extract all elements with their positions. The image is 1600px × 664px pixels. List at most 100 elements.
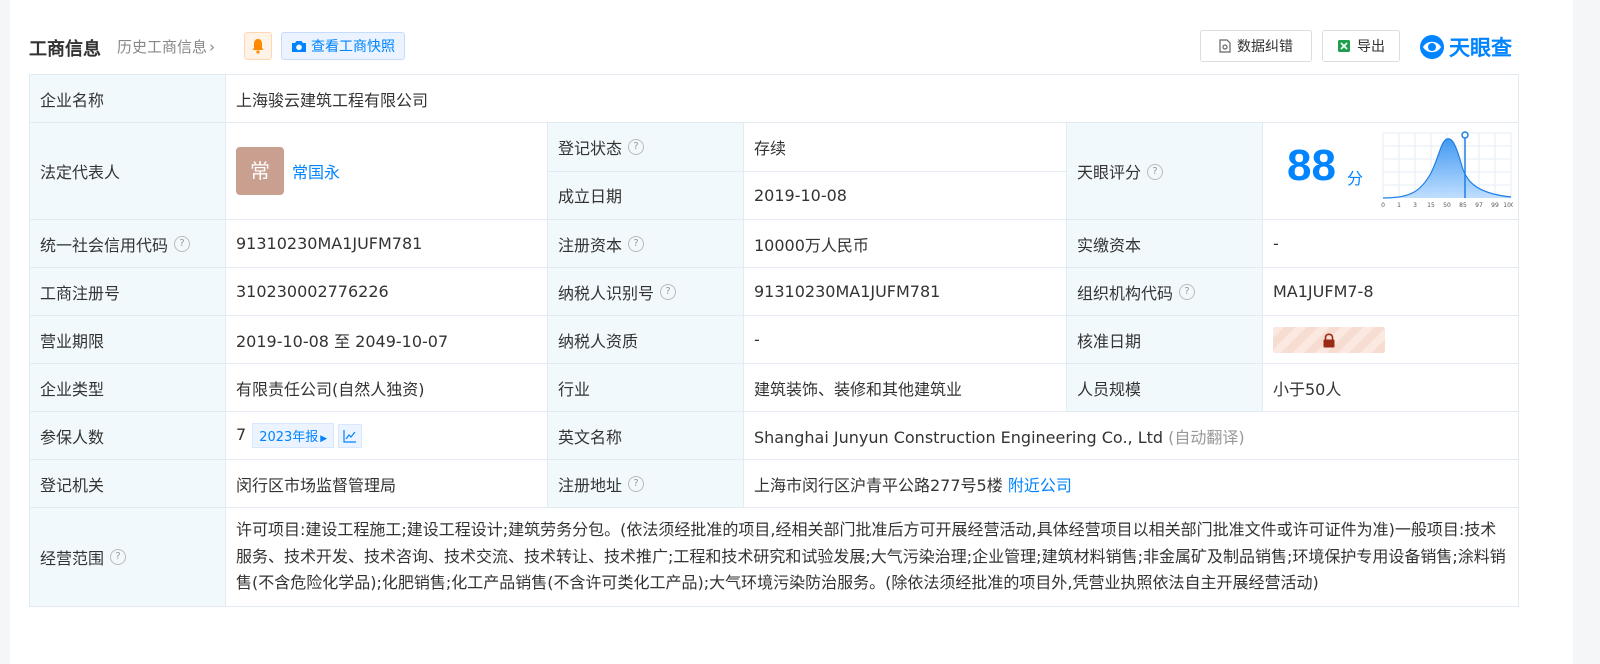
section-title: 工商信息: [29, 39, 101, 60]
insured-value: 7: [236, 425, 247, 444]
address-label-cell: 注册地址?: [547, 459, 744, 508]
authority-value: 闵行区市场监督管理局: [225, 459, 548, 508]
insured-cell: 7 2023年报 ▶: [225, 411, 548, 460]
export-button[interactable]: 导出: [1322, 30, 1400, 62]
help-icon[interactable]: ?: [1179, 284, 1196, 300]
founded-label: 成立日期: [547, 170, 744, 220]
table-row: 经营范围? 许可项目:建设工程施工;建设工程设计;建筑劳务分包。(依法须经批准的…: [29, 507, 1520, 607]
tianyancha-logo: 天眼查: [1419, 32, 1512, 62]
locked-value-button[interactable]: [1273, 326, 1385, 353]
table-row: 参保人数 7 2023年报 ▶ 英文名称 Shanghai Junyun Const…: [29, 411, 1520, 460]
score-label-cell: 天眼评分?: [1066, 122, 1263, 220]
avatar[interactable]: 常: [236, 147, 284, 195]
export-label[interactable]: 导出: [1357, 36, 1385, 56]
address-cell: 上海市闵行区沪青平公路277号5楼 附近公司: [742, 459, 1520, 508]
founded-value: 2019-10-08: [743, 170, 1067, 220]
credit-code-label: 统一社会信用代码: [40, 235, 169, 255]
term-value: 2019-10-08 至 2049-10-07: [225, 315, 548, 364]
lock-icon: [1323, 332, 1335, 347]
english-name-label: 英文名称: [547, 411, 744, 460]
help-icon[interactable]: ?: [628, 476, 645, 492]
score-cell[interactable]: 88 分 0 1 3 15 50 85 97 99 100: [1261, 122, 1520, 220]
reg-no-value: 310230002776226: [225, 267, 548, 316]
score-axis-tick: 99: [1491, 202, 1499, 209]
eye-logo-icon: [1420, 35, 1444, 59]
score-unit: 分: [1347, 169, 1364, 188]
scope-label-cell: 经营范围?: [29, 507, 226, 607]
annual-report-label[interactable]: 2023年报: [259, 430, 318, 445]
term-label: 营业期限: [29, 315, 226, 364]
address-label: 注册地址: [558, 475, 623, 495]
document-edit-icon: [1219, 39, 1231, 53]
table-row: 工商注册号 310230002776226 纳税人识别号? 91310230MA…: [29, 267, 1520, 316]
table-row: 企业名称 上海骏云建筑工程有限公司: [29, 74, 1520, 123]
score-axis-tick: 3: [1413, 202, 1417, 209]
authority-label: 登记机关: [29, 459, 226, 508]
caret-right-icon: ▶: [320, 434, 328, 444]
business-info-table: 企业名称 上海骏云建筑工程有限公司 法定代表人 常常国永 登记状态? 存续 天眼…: [29, 74, 1520, 607]
score-axis-tick: 85: [1459, 202, 1467, 209]
credit-code-value: 91310230MA1JUFM781: [225, 219, 548, 268]
org-code-label-cell: 组织机构代码?: [1066, 267, 1263, 316]
taxpayer-id-label-cell: 纳税人识别号?: [547, 267, 744, 316]
view-snapshot-label[interactable]: 查看工商快照: [311, 36, 395, 56]
company-name-label: 企业名称: [29, 74, 226, 123]
data-correction-label[interactable]: 数据纠错: [1237, 36, 1293, 56]
help-icon[interactable]: ?: [174, 236, 191, 252]
english-name-value: Shanghai Junyun Construction Engineering…: [754, 427, 1164, 447]
paid-capital-label: 实缴资本: [1066, 219, 1263, 268]
score-distribution-chart: 0 1 3 15 50 85 97 99 100: [1381, 131, 1513, 209]
reg-capital-label: 注册资本: [558, 235, 623, 255]
address-value: 上海市闵行区沪青平公路277号5楼: [754, 475, 1003, 495]
help-icon[interactable]: ?: [628, 236, 645, 252]
staff-size-label: 人员规模: [1066, 363, 1263, 412]
excel-icon: [1338, 40, 1350, 52]
score-label: 天眼评分: [1077, 163, 1142, 182]
trend-chart-button[interactable]: [338, 423, 363, 448]
legal-rep-name-link[interactable]: 常国永: [292, 163, 340, 182]
type-value: 有限责任公司(自然人独资): [225, 363, 548, 412]
monitor-bell-button[interactable]: [244, 32, 272, 60]
status-label-cell: 登记状态?: [547, 122, 744, 172]
type-label: 企业类型: [29, 363, 226, 412]
scope-label: 经营范围: [40, 548, 105, 568]
staff-size-value: 小于50人: [1261, 363, 1520, 412]
company-name: 上海骏云建筑工程有限公司: [224, 74, 1520, 123]
auto-translate-note: (自动翻译): [1168, 427, 1245, 447]
score-widget[interactable]: 88 分 0 1 3 15 50 85 97 99 100: [1273, 123, 1518, 219]
english-name-cell: Shanghai Junyun Construction Engineering…: [742, 411, 1520, 460]
table-row: 法定代表人 常常国永 登记状态? 存续 天眼评分? 88 分 0 1 3 15 …: [29, 122, 1520, 220]
camera-icon: [292, 41, 306, 52]
help-icon[interactable]: ?: [1147, 163, 1164, 180]
nearby-companies-link[interactable]: 附近公司: [1008, 476, 1072, 495]
reg-no-label: 工商注册号: [29, 267, 226, 316]
score-axis-tick: 0: [1381, 202, 1385, 209]
org-code-label: 组织机构代码: [1077, 283, 1174, 303]
score-axis-tick: 100: [1503, 202, 1513, 209]
industry-label: 行业: [547, 363, 744, 412]
score-value: 88: [1287, 141, 1336, 190]
status-label: 登记状态: [558, 138, 623, 158]
table-row: 统一社会信用代码? 91310230MA1JUFM781 注册资本? 10000…: [29, 219, 1520, 268]
scope-value: 许可项目:建设工程施工;建设工程设计;建筑劳务分包。(依法须经批准的项目,经相关…: [224, 507, 1520, 607]
legal-rep-cell: 常常国永: [225, 122, 548, 220]
taxpayer-id-value: 91310230MA1JUFM781: [743, 267, 1067, 316]
help-icon[interactable]: ?: [628, 139, 645, 156]
help-icon[interactable]: ?: [110, 549, 127, 566]
history-link-label[interactable]: 历史工商信息: [117, 38, 207, 56]
approval-date-cell: [1261, 315, 1520, 364]
approval-date-label: 核准日期: [1066, 315, 1263, 364]
view-snapshot-button[interactable]: 查看工商快照: [281, 32, 405, 60]
industry-value: 建筑装饰、装修和其他建筑业: [743, 363, 1067, 412]
reg-capital-label-cell: 注册资本?: [547, 219, 744, 268]
org-code-value: MA1JUFM7-8: [1261, 267, 1520, 316]
section-header: 工商信息 历史工商信息 › 查看工商快照 数据纠错 导出 天眼查: [29, 30, 1549, 66]
data-correction-button[interactable]: 数据纠错: [1200, 30, 1312, 62]
annual-report-button[interactable]: 2023年报 ▶: [252, 423, 335, 448]
history-link[interactable]: 历史工商信息 ›: [117, 36, 215, 57]
line-chart-icon: [343, 429, 357, 443]
insured-label: 参保人数: [29, 411, 226, 460]
taxpayer-qual-label: 纳税人资质: [547, 315, 744, 364]
chevron-right-icon: ›: [209, 38, 216, 56]
help-icon[interactable]: ?: [660, 284, 677, 300]
